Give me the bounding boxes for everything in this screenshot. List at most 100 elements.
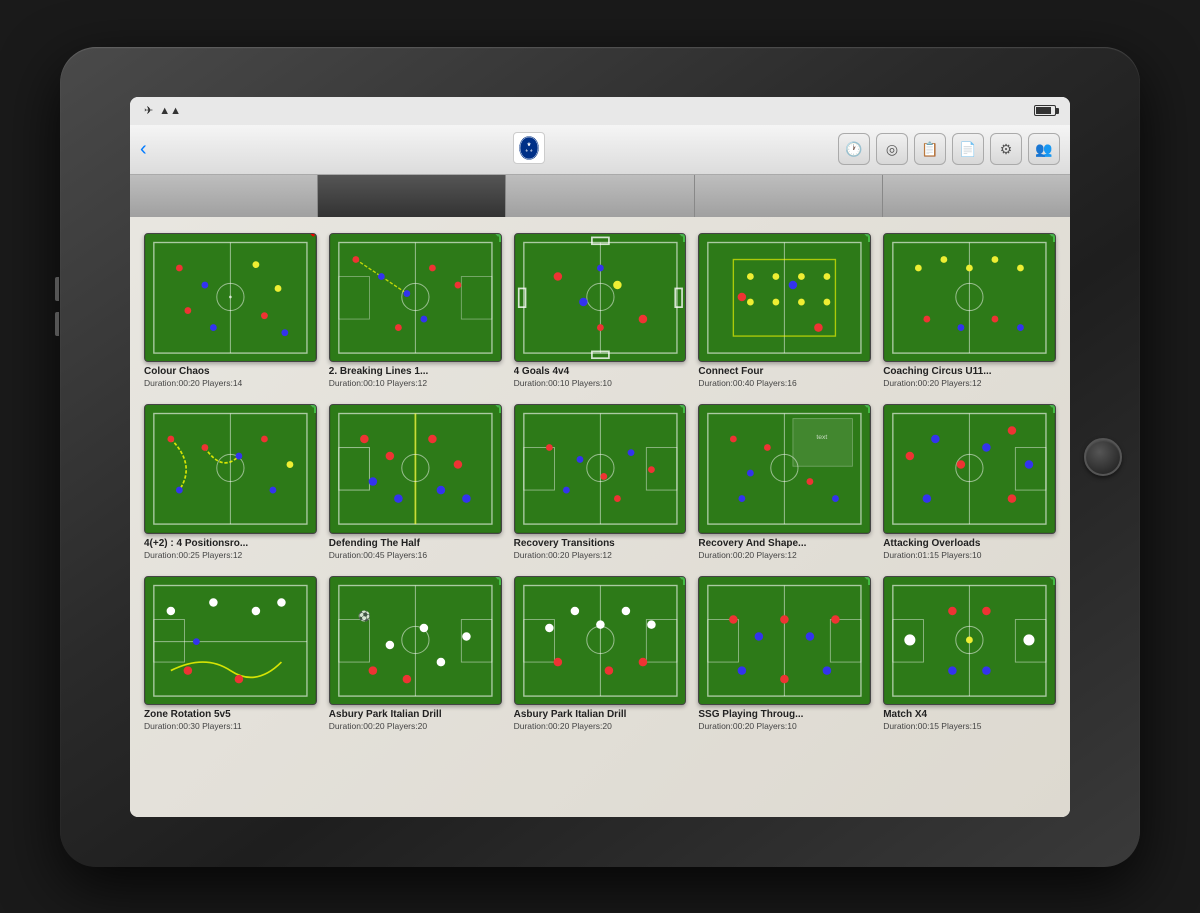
practice-card[interactable]: UPDATE Colour Chaos Duration:00:20 Playe…: [144, 233, 317, 389]
card-meta: Duration:00:20 Players:20: [514, 721, 687, 731]
card-meta: Duration:00:25 Players:12: [144, 550, 317, 560]
practice-card[interactable]: FREE DOWNLOAD Attacking Overloads Durati…: [883, 404, 1056, 560]
practice-card[interactable]: Zone Rotation 5v5 Duration:00:30 Players…: [144, 576, 317, 732]
card-info: SSG Playing Throug... Duration:00:20 Pla…: [698, 709, 871, 731]
card-title: Asbury Park Italian Drill: [329, 709, 502, 720]
card-title: Match X4: [883, 709, 1056, 720]
svg-text:⚽: ⚽: [357, 609, 371, 622]
content-area: UPDATE Colour Chaos Duration:00:20 Playe…: [130, 217, 1070, 817]
card-title: Recovery And Shape...: [698, 538, 871, 549]
card-thumbnail: FREE DOWNLOAD: [883, 576, 1056, 706]
volume-down-button[interactable]: [55, 312, 59, 336]
card-title: Colour Chaos: [144, 366, 317, 377]
battery-icon: [1034, 105, 1056, 116]
card-info: Connect Four Duration:00:40 Players:16: [698, 366, 871, 388]
card-title: Recovery Transitions: [514, 538, 687, 549]
home-button[interactable]: [1084, 438, 1122, 476]
card-thumbnail: text FREE DOWNLOAD: [698, 404, 871, 534]
card-thumbnail: UPDATE: [144, 233, 317, 363]
users-icon-button[interactable]: 👥: [1028, 133, 1060, 165]
card-meta: Duration:00:20 Players:12: [698, 550, 871, 560]
clipboard2-icon-button[interactable]: 📄: [952, 133, 984, 165]
card-meta: Duration:00:15 Players:15: [883, 721, 1056, 731]
card-info: Zone Rotation 5v5 Duration:00:30 Players…: [144, 709, 317, 731]
filter-additional[interactable]: [883, 175, 1070, 217]
card-title: Zone Rotation 5v5: [144, 709, 317, 720]
practice-card[interactable]: FREE DOWNLOAD Coaching Circus U11... Dur…: [883, 233, 1056, 389]
card-title: SSG Playing Throug...: [698, 709, 871, 720]
practice-card[interactable]: ⚽ FREE DOWNLOAD Asbury Park Italian Dril…: [329, 576, 502, 732]
svg-text:text: text: [817, 434, 828, 441]
card-meta: Duration:00:20 Players:20: [329, 721, 502, 731]
practice-card[interactable]: FREE DOWNLOAD Defending The Half Duratio…: [329, 404, 502, 560]
card-thumbnail: ⚽ FREE DOWNLOAD: [329, 576, 502, 706]
card-meta: Duration:00:20 Players:10: [698, 721, 871, 731]
card-thumbnail: FREE DOWNLOAD: [883, 233, 1056, 363]
card-info: Recovery And Shape... Duration:00:20 Pla…: [698, 538, 871, 560]
card-meta: Duration:00:40 Players:16: [698, 378, 871, 388]
practice-card[interactable]: text FREE DOWNLOAD Recovery And Shape...…: [698, 404, 871, 560]
card-info: Coaching Circus U11... Duration:00:20 Pl…: [883, 366, 1056, 388]
card-meta: Duration:00:10 Players:10: [514, 378, 687, 388]
ipad-device: ✈ ▲▲ ‹: [60, 47, 1140, 867]
card-info: Attacking Overloads Duration:01:15 Playe…: [883, 538, 1056, 560]
nav-bar: ‹ ⚜ ⚜ ⚜ 🕐 ◎: [130, 125, 1070, 175]
back-button[interactable]: ‹: [140, 139, 220, 159]
practice-card[interactable]: FREE DOWNLOAD 2. Breaking Lines 1... Dur…: [329, 233, 502, 389]
wifi-icon: ▲▲: [159, 105, 181, 117]
card-thumbnail: FREE DOWNLOAD: [883, 404, 1056, 534]
clipboard-icon-button[interactable]: 📋: [914, 133, 946, 165]
fa-logo: ⚜ ⚜ ⚜: [513, 132, 545, 164]
screen-border: ✈ ▲▲ ‹: [130, 97, 1070, 817]
settings-icon-button[interactable]: ⚙: [990, 133, 1022, 165]
target-icon-button[interactable]: ◎: [876, 133, 908, 165]
card-title: Asbury Park Italian Drill: [514, 709, 687, 720]
fa-logo-svg: ⚜ ⚜ ⚜: [518, 135, 540, 161]
card-title: Coaching Circus U11...: [883, 366, 1056, 377]
practice-card[interactable]: FREE DOWNLOAD Asbury Park Italian Drill …: [514, 576, 687, 732]
card-meta: Duration:00:10 Players:12: [329, 378, 502, 388]
card-thumbnail: FREE DOWNLOAD: [329, 233, 502, 363]
card-thumbnail: FREE DOWNLOAD: [514, 233, 687, 363]
filter-standard[interactable]: [695, 175, 883, 217]
card-title: 2. Breaking Lines 1...: [329, 366, 502, 377]
practice-card[interactable]: FREE DOWNLOAD Connect Four Duration:00:4…: [698, 233, 871, 389]
practice-card[interactable]: FREE DOWNLOAD Match X4 Duration:00:15 Pl…: [883, 576, 1056, 732]
card-meta: Duration:00:20 Players:12: [514, 550, 687, 560]
status-bar: ✈ ▲▲: [130, 97, 1070, 125]
card-thumbnail: FREE DOWNLOAD: [329, 404, 502, 534]
card-info: Defending The Half Duration:00:45 Player…: [329, 538, 502, 560]
filter-bar: [130, 175, 1070, 217]
card-info: Colour Chaos Duration:00:20 Players:14: [144, 366, 317, 388]
card-thumbnail: FREE DOWNLOAD: [698, 576, 871, 706]
status-left: ✈ ▲▲: [144, 104, 181, 117]
card-thumbnail: FREE DOWNLOAD: [144, 404, 317, 534]
card-meta: Duration:01:15 Players:10: [883, 550, 1056, 560]
card-meta: Duration:00:20 Players:14: [144, 378, 317, 388]
filter-duration[interactable]: [506, 175, 694, 217]
card-meta: Duration:00:30 Players:11: [144, 721, 317, 731]
card-title: Attacking Overloads: [883, 538, 1056, 549]
practice-card[interactable]: FREE DOWNLOAD 4 Goals 4v4 Duration:00:10…: [514, 233, 687, 389]
history-icon-button[interactable]: 🕐: [838, 133, 870, 165]
card-thumbnail: FREE DOWNLOAD: [514, 576, 687, 706]
card-thumbnail: FREE DOWNLOAD: [514, 404, 687, 534]
airplane-icon: ✈: [144, 104, 153, 117]
card-info: Recovery Transitions Duration:00:20 Play…: [514, 538, 687, 560]
volume-up-button[interactable]: [55, 277, 59, 301]
card-title: 4(+2) : 4 Positionsro...: [144, 538, 317, 549]
card-meta: Duration:00:45 Players:16: [329, 550, 502, 560]
card-thumbnail: FREE DOWNLOAD: [698, 233, 871, 363]
practice-card[interactable]: FREE DOWNLOAD 4(+2) : 4 Positionsro... D…: [144, 404, 317, 560]
practice-card[interactable]: FREE DOWNLOAD Recovery Transitions Durat…: [514, 404, 687, 560]
practice-card[interactable]: FREE DOWNLOAD SSG Playing Throug... Dura…: [698, 576, 871, 732]
status-right: [1030, 105, 1056, 116]
card-info: 4 Goals 4v4 Duration:00:10 Players:10: [514, 366, 687, 388]
card-info: Asbury Park Italian Drill Duration:00:20…: [514, 709, 687, 731]
card-title: Connect Four: [698, 366, 871, 377]
card-title: Defending The Half: [329, 538, 502, 549]
card-meta: Duration:00:20 Players:12: [883, 378, 1056, 388]
card-title: 4 Goals 4v4: [514, 366, 687, 377]
svg-text:⚜ ⚜: ⚜ ⚜: [525, 148, 534, 153]
filter-category[interactable]: [318, 175, 506, 217]
